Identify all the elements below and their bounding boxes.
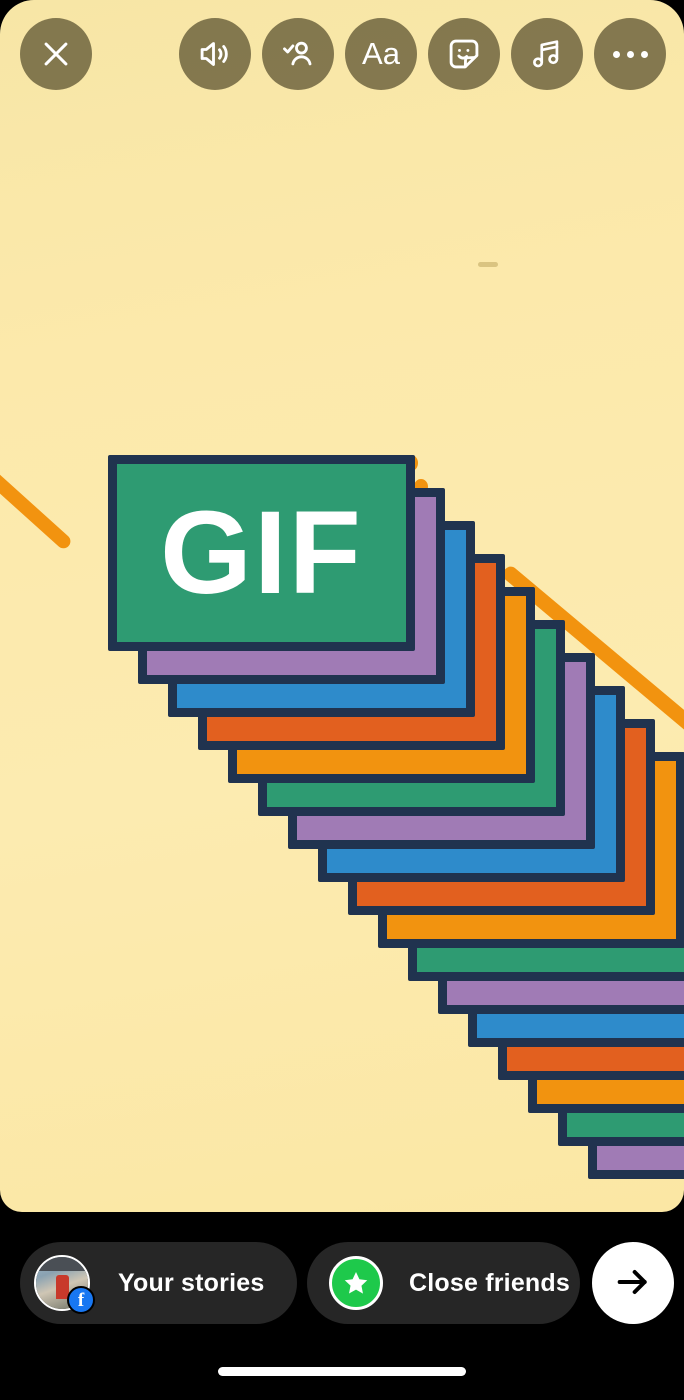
person-check-icon: [280, 36, 316, 72]
send-button[interactable]: [592, 1242, 674, 1324]
facebook-badge-icon: f: [67, 1286, 95, 1314]
music-button[interactable]: [511, 18, 583, 90]
text-icon: Aa: [362, 36, 400, 71]
gif-label: GIF: [160, 487, 363, 619]
music-note-icon: [530, 37, 564, 71]
more-dots-icon: [612, 50, 648, 58]
speaker-on-icon: [197, 36, 233, 72]
green-star-icon: [329, 1256, 383, 1310]
close-icon: [39, 37, 73, 71]
tag-people-button[interactable]: [262, 18, 334, 90]
story-canvas[interactable]: GIF Aa: [0, 0, 684, 1212]
your-stories-label: Your stories: [118, 1268, 265, 1297]
top-toolbar: Aa: [0, 0, 684, 108]
gif-sticker-stack[interactable]: GIF: [0, 0, 684, 1212]
sound-button[interactable]: [179, 18, 251, 90]
sticker-button[interactable]: [428, 18, 500, 90]
bottom-share-bar: f Your stories Close friends: [0, 1212, 684, 1400]
close-button[interactable]: [20, 18, 92, 90]
home-indicator: [218, 1367, 466, 1376]
more-button[interactable]: [594, 18, 666, 90]
arrow-right-icon: [613, 1262, 653, 1305]
avatar: f: [34, 1255, 95, 1314]
close-friends-label: Close friends: [409, 1268, 570, 1297]
gif-sticker-front-card[interactable]: GIF: [108, 455, 415, 651]
text-button[interactable]: Aa: [345, 18, 417, 90]
sticker-icon: [446, 36, 482, 72]
your-stories-button[interactable]: f Your stories: [20, 1242, 297, 1324]
close-friends-button[interactable]: Close friends: [307, 1242, 580, 1324]
story-editor-screen: GIF Aa f Your stories Close friends: [0, 0, 684, 1400]
